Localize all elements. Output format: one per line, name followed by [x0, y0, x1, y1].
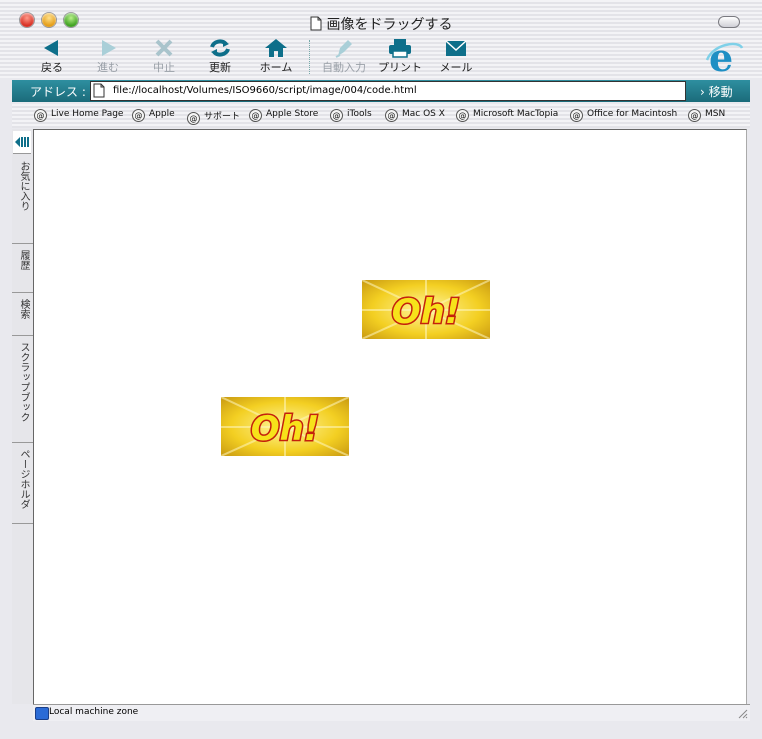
- sidebar-tab-search[interactable]: 検索: [12, 293, 33, 336]
- toolbar-separator: [309, 40, 311, 74]
- favorite-link[interactable]: @ サポート: [187, 109, 240, 125]
- favorite-link[interactable]: @ Apple: [132, 109, 175, 122]
- sidebar-tab-history[interactable]: 履歴: [12, 244, 33, 293]
- favorite-label: Apple: [149, 109, 175, 119]
- autofill-button[interactable]: 自動入力: [318, 38, 370, 76]
- favorites-bar: @ Live Home Page @ Apple @ サポート @ Apple Stor…: [12, 104, 750, 128]
- sidebar-collapse-icon: [15, 137, 29, 147]
- refresh-button[interactable]: 更新: [194, 38, 246, 76]
- favorite-link[interactable]: @ iTools: [330, 109, 372, 122]
- print-icon: [389, 39, 411, 58]
- at-icon: @: [688, 109, 701, 122]
- refresh-icon: [210, 39, 230, 57]
- mail-label: メール: [439, 61, 473, 74]
- address-url[interactable]: file://localhost/Volumes/ISO9660/script/…: [113, 85, 417, 96]
- status-bar: Local machine zone: [33, 704, 750, 721]
- toolbar-toggle-button[interactable]: [718, 16, 740, 28]
- favorite-label: Mac OS X: [402, 109, 445, 119]
- back-button[interactable]: 戻る: [26, 38, 78, 76]
- sidebar-tab-label: ページホルダ: [18, 449, 29, 509]
- browser-window: 画像をドラッグする 戻る 進む 中止 更新 ホーム 自動入力 プリント メール …: [0, 0, 762, 739]
- print-button[interactable]: プリント: [374, 38, 426, 76]
- sidebar-tab-scrapbook[interactable]: スクラップブック: [12, 336, 33, 443]
- home-icon: [265, 39, 287, 57]
- oh-image-text: Oh!: [392, 292, 461, 332]
- page-content: Oh! Oh!: [33, 129, 747, 705]
- favorite-label: Apple Store: [266, 109, 319, 119]
- favorite-label: Microsoft MacTopia: [473, 109, 559, 119]
- at-icon: @: [570, 109, 583, 122]
- status-text: Local machine zone: [49, 707, 139, 717]
- draggable-oh-image[interactable]: Oh!: [221, 397, 349, 456]
- at-icon: @: [456, 109, 469, 122]
- sidebar-tab-label: スクラップブック: [18, 342, 29, 422]
- at-icon: @: [187, 112, 200, 125]
- home-button[interactable]: ホーム: [250, 38, 302, 76]
- sidebar-tab-label: お気に入り: [18, 161, 29, 211]
- page-document-icon: [93, 83, 105, 102]
- title-bar: 画像をドラッグする: [0, 0, 762, 36]
- favorite-label: MSN: [705, 109, 726, 119]
- stop-label: 中止: [153, 61, 175, 74]
- back-label: 戻る: [41, 61, 63, 74]
- autofill-icon: [335, 40, 352, 58]
- at-icon: @: [34, 109, 47, 122]
- draggable-oh-image[interactable]: Oh!: [362, 280, 490, 339]
- local-zone-icon: [35, 707, 49, 720]
- sidebar-tab-favorites[interactable]: お気に入り: [12, 155, 33, 244]
- favorite-label: サポート: [204, 112, 241, 122]
- oh-image-text: Oh!: [251, 409, 320, 449]
- document-icon: [310, 16, 322, 35]
- back-arrow-icon: [44, 40, 58, 56]
- at-icon: @: [385, 109, 398, 122]
- sidebar-tab-label: 検索: [18, 299, 29, 319]
- explorer-sidebar: お気に入り 履歴 検索 スクラップブック ページホルダ: [12, 129, 34, 704]
- forward-arrow-icon: [102, 40, 116, 56]
- window-title-area: 画像をドラッグする: [0, 14, 762, 35]
- sidebar-tab-page-holder[interactable]: ページホルダ: [12, 443, 33, 524]
- forward-button[interactable]: 進む: [82, 38, 134, 76]
- favorite-link[interactable]: @ Mac OS X: [385, 109, 445, 122]
- address-field[interactable]: file://localhost/Volumes/ISO9660/script/…: [90, 81, 686, 101]
- favorite-link[interactable]: @ Live Home Page: [34, 109, 123, 122]
- home-label: ホーム: [259, 61, 293, 74]
- resize-grip-icon[interactable]: [736, 707, 748, 719]
- favorite-link[interactable]: @ MSN: [688, 109, 725, 122]
- sidebar-toggle-button[interactable]: [13, 131, 31, 154]
- window-title: 画像をドラッグする: [326, 17, 453, 33]
- print-label: プリント: [378, 61, 422, 74]
- at-icon: @: [330, 109, 343, 122]
- autofill-label: 自動入力: [322, 61, 366, 74]
- forward-label: 進む: [97, 61, 119, 74]
- favorite-link[interactable]: @ Apple Store: [249, 109, 318, 122]
- toolbar: 戻る 進む 中止 更新 ホーム 自動入力 プリント メール: [0, 36, 762, 78]
- stop-x-icon: [155, 39, 173, 57]
- address-bar: アドレス : file://localhost/Volumes/ISO9660/…: [12, 80, 750, 102]
- stop-button[interactable]: 中止: [138, 38, 190, 76]
- at-icon: @: [132, 109, 145, 122]
- sidebar-tab-label: 履歴: [18, 250, 29, 270]
- address-label: アドレス :: [30, 85, 86, 99]
- favorite-link[interactable]: @ Microsoft MacTopia: [456, 109, 558, 122]
- go-button[interactable]: › 移動: [700, 83, 733, 100]
- internet-explorer-logo: e: [705, 35, 745, 80]
- favorite-label: iTools: [347, 109, 372, 119]
- mail-icon: [445, 40, 467, 56]
- at-icon: @: [249, 109, 262, 122]
- favorite-label: Office for Macintosh: [587, 109, 678, 119]
- favorite-link[interactable]: @ Office for Macintosh: [570, 109, 677, 122]
- go-label: 移動: [708, 85, 733, 99]
- go-chevron-icon: ›: [700, 85, 705, 99]
- refresh-label: 更新: [209, 61, 231, 74]
- mail-button[interactable]: メール: [430, 38, 482, 76]
- favorite-label: Live Home Page: [51, 109, 124, 119]
